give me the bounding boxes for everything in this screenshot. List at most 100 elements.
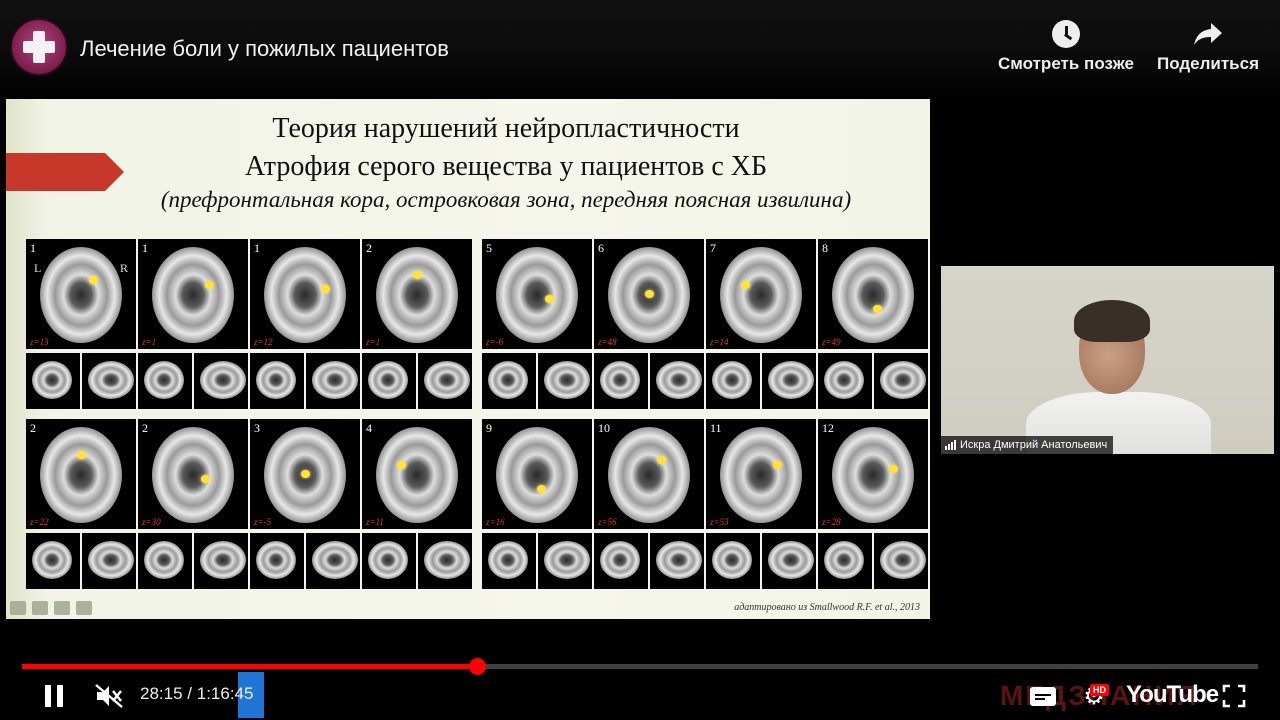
speaker-name-tag: Искра Дмитрий Анатольевич <box>941 436 1114 454</box>
mute-button[interactable] <box>90 672 128 720</box>
coronal-brain-scan <box>138 533 192 589</box>
brain-slice <box>608 427 690 523</box>
player-controls: 28:15 / 1:16:45 МЕДЗНАНИЯ ⚙ HD YouTube <box>0 672 1280 720</box>
signal-bars-icon <box>945 440 956 450</box>
scan-z-coordinate: z=48 <box>598 337 617 347</box>
brain-slice <box>376 247 458 343</box>
coronal-brain-scan <box>482 533 536 589</box>
scan-study-number: 11 <box>710 421 722 435</box>
brain-slice <box>712 361 752 399</box>
brain-slice <box>368 361 408 399</box>
axial-brain-scan: 10 z=56 <box>594 419 704 529</box>
axial-brain-scan: 6 z=48 <box>594 239 704 349</box>
brain-slice <box>720 427 802 523</box>
pause-button[interactable] <box>36 672 72 720</box>
brain-slice <box>200 361 246 399</box>
brain-slice <box>264 247 346 343</box>
left-label: L <box>34 261 42 275</box>
axial-brain-scan: 2 z=22 <box>26 419 136 529</box>
brain-slice <box>720 247 802 343</box>
activation-highlight <box>205 280 215 289</box>
axial-brain-scan: 12 z=28 <box>818 419 928 529</box>
brain-slice <box>312 361 358 399</box>
brain-slice <box>880 361 926 399</box>
activation-highlight <box>537 484 546 493</box>
brain-slice <box>656 541 702 579</box>
axial-brain-scan: 1 z=12 <box>250 239 360 349</box>
next-slide-icon[interactable] <box>76 601 92 615</box>
sagittal-brain-scan <box>874 533 928 589</box>
progress-bar[interactable] <box>22 658 1258 675</box>
brain-slice <box>152 427 234 523</box>
brain-slice <box>88 361 134 399</box>
brain-slice <box>832 427 914 523</box>
speaker-name: Искра Дмитрий Анатольевич <box>960 439 1108 451</box>
share-arrow-icon <box>1194 23 1222 45</box>
slide-toolbar[interactable] <box>10 601 92 615</box>
current-time: 28:15 <box>140 684 183 703</box>
hd-badge: HD <box>1090 684 1109 696</box>
sagittal-brain-scan <box>650 533 704 589</box>
coronal-brain-scan <box>26 353 80 409</box>
scan-study-number: 7 <box>710 241 716 255</box>
scan-study-number: 8 <box>822 241 828 255</box>
channel-logo[interactable] <box>12 20 66 74</box>
slide-menu-icon[interactable] <box>54 601 70 615</box>
scan-z-coordinate: z=1 <box>366 337 381 347</box>
axial-brain-scan: 11 z=53 <box>706 419 816 529</box>
brain-slice <box>488 541 528 579</box>
scan-study-number: 1 <box>142 241 148 255</box>
subtitles-button[interactable] <box>1026 672 1060 720</box>
brain-slice <box>32 541 72 579</box>
scan-study-number: 9 <box>486 421 492 435</box>
presentation-slide: Теория нарушений нейропластичности Атроф… <box>6 99 930 619</box>
slide-subtitle: (префронтальная кора, островковая зона, … <box>160 187 852 212</box>
brain-slice <box>312 541 358 579</box>
volume-muted-icon <box>95 684 123 708</box>
brain-slice <box>488 361 528 399</box>
scan-study-number: 1 <box>254 241 260 255</box>
share-button[interactable]: Поделиться <box>1152 14 1264 74</box>
axial-brain-scan: 8 z=49 <box>818 239 928 349</box>
scan-study-number: 12 <box>822 421 834 435</box>
coronal-brain-scan <box>26 533 80 589</box>
brain-slice <box>712 541 752 579</box>
brain-slice <box>376 427 458 523</box>
scan-z-coordinate: z=28 <box>822 517 841 527</box>
brain-slice <box>40 427 122 523</box>
activation-highlight <box>873 304 882 313</box>
scan-study-number: 2 <box>30 421 36 435</box>
fullscreen-icon <box>1222 684 1246 708</box>
slide-title-line2: Атрофия серого вещества у пациентов с ХБ <box>244 151 768 182</box>
share-label: Поделиться <box>1156 54 1260 73</box>
brain-slice <box>544 541 590 579</box>
scan-study-number: 1 <box>30 241 36 255</box>
scan-z-coordinate: z=1 <box>142 337 157 347</box>
coronal-brain-scan <box>706 353 760 409</box>
settings-button[interactable]: ⚙ <box>1074 672 1114 720</box>
scan-z-coordinate: z=14 <box>710 337 729 347</box>
scan-study-number: 6 <box>598 241 604 255</box>
brain-slice <box>600 361 640 399</box>
axial-brain-scan: 2 z=30 <box>138 419 248 529</box>
pen-icon[interactable] <box>32 601 48 615</box>
clock-icon <box>1052 20 1080 48</box>
coronal-brain-scan <box>482 353 536 409</box>
brain-slice <box>144 361 184 399</box>
youtube-logo[interactable]: YouTube <box>1126 681 1219 709</box>
duration: 1:16:45 <box>196 684 254 703</box>
activation-highlight <box>396 460 406 469</box>
video-title[interactable]: Лечение боли у пожилых пациентов <box>80 36 449 62</box>
axial-brain-scan: 4 z=11 <box>362 419 472 529</box>
speaker-hair <box>1074 300 1150 342</box>
brain-slice <box>200 541 246 579</box>
axial-brain-scan: 1 z=1 <box>138 239 248 349</box>
prev-slide-icon[interactable] <box>10 601 26 615</box>
axial-brain-scan: 3 z=-5 <box>250 419 360 529</box>
fullscreen-button[interactable] <box>1218 672 1250 720</box>
brain-slice <box>368 541 408 579</box>
scan-z-coordinate: z=-6 <box>486 337 504 347</box>
brain-slice <box>496 427 578 523</box>
slide-title-line1: Теория нарушений нейропластичности <box>272 113 740 144</box>
watch-later-button[interactable]: Смотреть позже <box>992 14 1140 74</box>
